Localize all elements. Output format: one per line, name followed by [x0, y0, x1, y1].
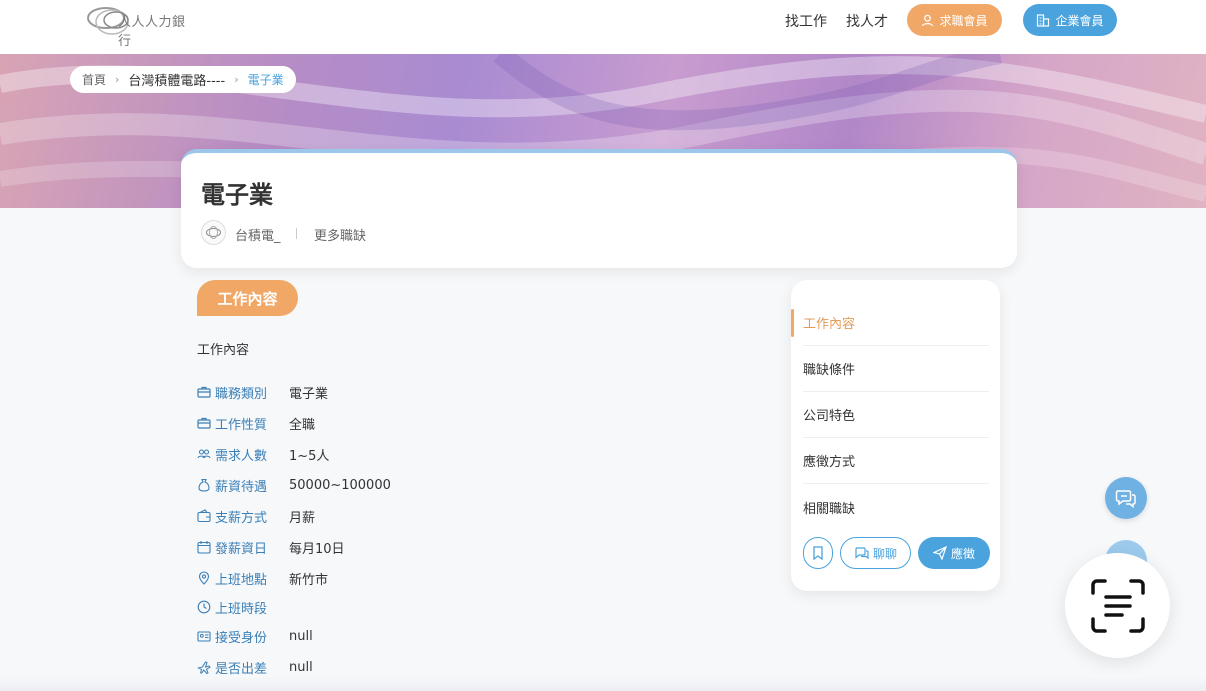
detail-row-location: 上班地點 新竹市: [197, 569, 329, 588]
breadcrumb: 首頁 › 台灣積體電路---- › 電子業: [70, 66, 296, 93]
company-member-button[interactable]: 企業會員: [1023, 4, 1117, 36]
breadcrumb-company[interactable]: 台灣積體電路----: [128, 70, 225, 89]
company-logo-icon: [206, 226, 221, 239]
active-indicator: [791, 309, 794, 337]
detail-label: 薪資待遇: [215, 479, 268, 495]
breadcrumb-current: 電子業: [247, 73, 284, 87]
nav-find-job[interactable]: 找工作: [785, 11, 827, 31]
detail-row-pay-method: 支薪方式 月薪: [197, 507, 316, 526]
detail-row-salary: 薪資待遇 50000~100000: [197, 476, 391, 495]
site-logo[interactable]: 人人人力銀行: [86, 2, 196, 49]
detail-row-job-type: 工作性質 全職: [197, 414, 316, 433]
airplane-icon: [197, 661, 211, 674]
detail-label: 發薪資日: [215, 541, 268, 557]
chat-button[interactable]: 聊聊: [840, 537, 911, 569]
detail-value: 每月10日: [289, 541, 345, 557]
logo-text: 人人人力銀行: [118, 15, 186, 49]
nav-find-talent[interactable]: 找人才: [846, 11, 888, 31]
detail-row-headcount: 需求人數 1~5人: [197, 445, 330, 464]
side-nav-related-jobs[interactable]: 相關職缺: [803, 484, 989, 530]
job-title: 電子業: [201, 181, 273, 209]
side-nav-job-content[interactable]: 工作內容: [803, 300, 989, 346]
detail-value: 全職: [289, 417, 316, 433]
breadcrumb-home[interactable]: 首頁: [82, 71, 106, 88]
detail-label: 是否出差: [215, 661, 268, 677]
calendar-icon: [197, 541, 211, 554]
text-scan-button[interactable]: [1065, 553, 1170, 658]
job-title-card: 電子業 台積電_ 更多職缺: [181, 149, 1017, 268]
building-icon: [1037, 14, 1050, 27]
apply-button-label: 應徵: [950, 546, 975, 561]
detail-label: 上班地點: [215, 572, 268, 588]
section-subtitle: 工作內容: [197, 343, 250, 358]
breadcrumb-chevron-icon: ›: [234, 73, 239, 86]
detail-row-business-trip: 是否出差 null: [197, 658, 313, 677]
chat-bubble-icon: [1115, 490, 1136, 509]
section-tag-job-content: 工作內容: [197, 280, 298, 316]
section-side-nav: 工作內容 職缺條件 公司特色 應徵方式 相關職缺 聊聊 應徵: [791, 280, 1000, 591]
detail-label: 需求人數: [215, 448, 268, 464]
location-pin-icon: [198, 571, 210, 585]
people-icon: [197, 449, 211, 459]
detail-value: null: [289, 628, 313, 644]
detail-row-work-hours: 上班時段: [197, 598, 289, 617]
apply-button[interactable]: 應徵: [918, 537, 990, 569]
detail-value: 電子業: [289, 386, 329, 402]
chat-bubble-icon: [855, 547, 869, 560]
detail-label: 職務類別: [215, 386, 268, 402]
send-icon: [932, 546, 947, 560]
detail-row-job-category: 職務類別 電子業: [197, 383, 329, 402]
text-scan-icon: [1090, 578, 1145, 633]
id-card-icon: [197, 631, 211, 642]
detail-label: 上班時段: [215, 601, 268, 617]
company-name-link[interactable]: 台積電_: [235, 225, 281, 244]
detail-value: 新竹市: [289, 572, 329, 588]
detail-value: 1~5人: [289, 448, 330, 464]
bookmark-button[interactable]: [803, 537, 833, 569]
side-nav-job-requirements[interactable]: 職缺條件: [803, 346, 989, 392]
job-seeker-member-button[interactable]: 求職會員: [907, 4, 1002, 36]
chat-button-label: 聊聊: [872, 546, 897, 561]
bookmark-icon: [813, 546, 823, 560]
briefcase-icon: [197, 417, 211, 429]
detail-label: 接受身份: [215, 630, 268, 646]
detail-label: 支薪方式: [215, 510, 268, 526]
detail-row-pay-day: 發薪資日 每月10日: [197, 538, 345, 557]
detail-value: 月薪: [289, 510, 316, 526]
side-actions: 聊聊 應徵: [803, 537, 990, 569]
breadcrumb-chevron-icon: ›: [115, 73, 120, 86]
detail-value: null: [289, 659, 313, 675]
more-jobs-link[interactable]: 更多職缺: [314, 225, 366, 244]
detail-row-identity: 接受身份 null: [197, 627, 313, 646]
wallet-icon: [197, 509, 211, 523]
clock-icon: [197, 600, 211, 614]
job-seeker-member-label: 求職會員: [939, 13, 988, 28]
detail-value: 50000~100000: [289, 477, 391, 493]
side-nav-company-features[interactable]: 公司特色: [803, 392, 989, 438]
floating-chat-button[interactable]: [1105, 477, 1147, 519]
company-logo[interactable]: [201, 220, 226, 245]
bottom-fade: [0, 676, 1206, 691]
money-bag-icon: [198, 478, 210, 492]
divider: [296, 228, 297, 239]
side-nav-apply-method[interactable]: 應徵方式: [803, 438, 989, 484]
user-icon: [922, 14, 934, 26]
company-member-label: 企業會員: [1055, 13, 1104, 28]
top-navbar: 人人人力銀行 找工作 找人才 求職會員 企業會員: [0, 0, 1206, 54]
briefcase-icon: [197, 386, 211, 398]
detail-label: 工作性質: [215, 417, 268, 433]
